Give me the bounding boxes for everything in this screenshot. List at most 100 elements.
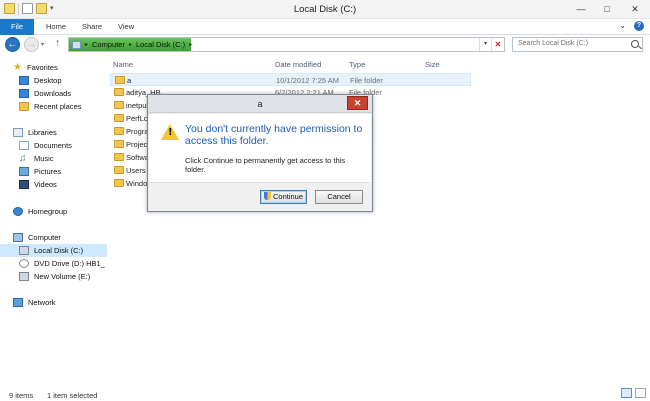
file-name: Users	[126, 166, 146, 175]
navigation-bar: ← → ▾ ↑ ▸ Computer ▸ Local Disk (C:) ▸ ▾…	[0, 35, 650, 54]
nav-music[interactable]: ♫ Music	[19, 152, 54, 165]
search-icon[interactable]	[631, 40, 639, 48]
nav-documents[interactable]: Documents	[19, 139, 72, 152]
folder-icon	[115, 76, 125, 84]
nav-label: Pictures	[34, 167, 62, 176]
libraries-icon	[13, 128, 23, 137]
permission-dialog: a ✕ ! You don't currently have permissio…	[147, 94, 373, 212]
help-icon[interactable]: ?	[634, 21, 644, 31]
nav-pictures[interactable]: Pictures	[19, 165, 61, 178]
recent-locations-icon[interactable]: ▾	[41, 41, 44, 48]
maximize-button[interactable]: □	[594, 0, 620, 19]
nav-recent-places[interactable]: Recent places	[19, 100, 82, 113]
table-row[interactable]: a 10/1/2012 7:25 AM File folder	[110, 73, 471, 86]
ribbon-tabs: File Home Share View ⌄ ?	[0, 19, 650, 35]
nav-label: Computer	[28, 233, 61, 242]
breadcrumb-separator[interactable]: ▸	[189, 41, 192, 48]
nav-label: Network	[28, 298, 56, 307]
nav-new-volume[interactable]: New Volume (E:)	[19, 270, 90, 283]
nav-local-disk-c[interactable]: Local Disk (C:)	[0, 244, 107, 257]
status-selection: 1 item selected	[47, 391, 98, 400]
column-header-date-modified[interactable]: Date modified	[275, 60, 321, 69]
status-bar: 9 items 1 item selected	[0, 385, 650, 401]
address-bar[interactable]: ▸ Computer ▸ Local Disk (C:) ▸ ▾ ✕	[68, 37, 505, 52]
uac-shield-icon	[263, 192, 271, 200]
nav-label: Libraries	[28, 128, 57, 137]
nav-label: Homegroup	[28, 207, 68, 216]
search-input[interactable]: Search Local Disk (C:)	[512, 37, 643, 52]
search-placeholder: Search Local Disk (C:)	[518, 40, 589, 47]
back-button[interactable]: ←	[5, 37, 20, 52]
dvd-drive-icon	[19, 259, 29, 268]
nav-homegroup[interactable]: Homegroup	[13, 205, 67, 218]
nav-downloads[interactable]: Downloads	[19, 87, 71, 100]
large-icons-view-icon[interactable]	[635, 388, 646, 398]
file-name: a	[127, 76, 132, 85]
nav-computer[interactable]: Computer	[13, 231, 61, 244]
folder-icon	[114, 101, 124, 109]
navigation-pane: ★ Favorites Desktop Downloads Recent pla…	[0, 54, 108, 385]
nav-label: Music	[34, 154, 54, 163]
folder-icon	[114, 153, 124, 161]
music-icon: ♫	[19, 153, 27, 164]
minimize-button[interactable]: —	[568, 0, 594, 19]
homegroup-icon	[13, 207, 23, 216]
tab-view[interactable]: View	[118, 19, 134, 35]
nav-libraries[interactable]: Libraries	[13, 126, 57, 139]
folder-icon	[114, 179, 124, 187]
nav-videos[interactable]: Videos	[19, 178, 57, 191]
warning-mark: !	[168, 127, 173, 138]
window-title: Local Disk (C:)	[293, 4, 357, 15]
computer-icon	[72, 40, 81, 49]
nav-label: New Volume (E:)	[34, 272, 91, 281]
dialog-title: a	[148, 95, 372, 113]
downloads-icon	[19, 89, 29, 98]
stop-button[interactable]: ✕	[491, 38, 504, 51]
up-button[interactable]: ↑	[55, 37, 61, 49]
tab-home[interactable]: Home	[46, 19, 66, 35]
close-button[interactable]: ✕	[620, 0, 650, 19]
folder-icon	[114, 127, 124, 135]
nav-label: Documents	[34, 141, 72, 150]
continue-button[interactable]: Continue	[260, 190, 307, 204]
breadcrumb-computer[interactable]: Computer	[92, 40, 125, 49]
nav-desktop[interactable]: Desktop	[19, 74, 62, 87]
column-header-size[interactable]: Size	[425, 60, 440, 69]
folder-icon	[114, 88, 124, 96]
tab-share[interactable]: Share	[82, 19, 102, 35]
cancel-button[interactable]: Cancel	[315, 190, 363, 204]
forward-button[interactable]: →	[24, 37, 39, 52]
title-bar: ▾ Local Disk (C:) — □ ✕	[0, 0, 650, 19]
dialog-footer: Continue Cancel	[149, 182, 371, 211]
breadcrumb-local-disk[interactable]: Local Disk (C:)	[136, 40, 185, 49]
file-date: 10/1/2012 7:25 AM	[276, 76, 339, 85]
status-item-count: 9 items	[9, 391, 34, 400]
expand-ribbon-icon[interactable]: ⌄	[619, 21, 626, 31]
nav-favorites[interactable]: ★ Favorites	[13, 61, 58, 74]
dialog-body: ! You don't currently have permission to…	[149, 114, 371, 182]
folder-icon	[114, 140, 124, 148]
folder-icon	[114, 114, 124, 122]
breadcrumb-separator[interactable]: ▸	[129, 41, 132, 48]
network-icon	[13, 298, 23, 307]
nav-label: Recent places	[34, 102, 82, 111]
nav-label: Videos	[34, 180, 57, 189]
desktop-icon	[19, 76, 29, 85]
nav-dvd-drive[interactable]: DVD Drive (D:) HB1_	[19, 257, 105, 270]
column-header-type[interactable]: Type	[349, 60, 365, 69]
file-type: File folder	[350, 76, 383, 85]
column-header-name[interactable]: Name	[113, 60, 133, 69]
breadcrumb-separator[interactable]: ▸	[85, 41, 88, 48]
dialog-message: Click Continue to permanently get access…	[185, 156, 346, 174]
nav-label: Favorites	[27, 63, 58, 72]
star-icon: ★	[13, 62, 22, 73]
details-view-icon[interactable]	[621, 388, 632, 398]
folder-icon	[114, 166, 124, 174]
nav-network[interactable]: Network	[13, 296, 56, 309]
dialog-heading: You don't currently have permission to a…	[185, 123, 363, 147]
tab-file[interactable]: File	[0, 19, 34, 35]
address-dropdown-icon[interactable]: ▾	[479, 38, 491, 51]
dialog-close-button[interactable]: ✕	[347, 96, 368, 110]
hard-drive-icon	[19, 272, 29, 281]
recent-places-icon	[19, 102, 29, 111]
